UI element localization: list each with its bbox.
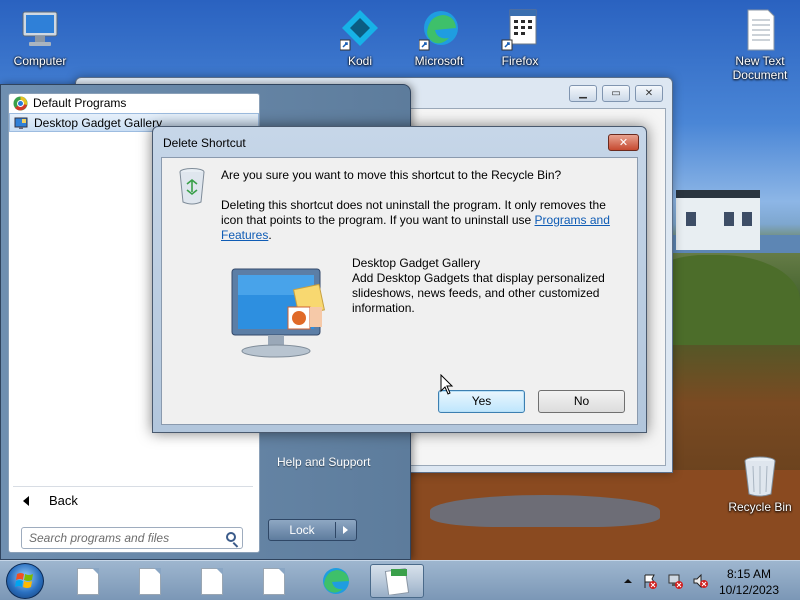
desktop-icon-label: Recycle Bin bbox=[728, 500, 792, 514]
document-icon bbox=[139, 568, 161, 595]
computer-icon bbox=[20, 8, 60, 52]
desktop-icon-new-text-document[interactable]: New Text Document bbox=[722, 8, 798, 82]
programs-and-features-link-continued[interactable]: Features bbox=[221, 228, 268, 242]
monitor-gadget-icon bbox=[231, 268, 325, 358]
document-icon bbox=[201, 568, 223, 595]
show-hidden-icons-icon[interactable] bbox=[620, 573, 636, 589]
dialog-question: Are you sure you want to move this short… bbox=[221, 168, 562, 182]
wallpaper-rock bbox=[430, 495, 660, 527]
dialog-detail-text: icon that points to the program. If you … bbox=[221, 213, 535, 227]
dialog-body: Are you sure you want to move this short… bbox=[161, 157, 638, 425]
back-label: Back bbox=[49, 493, 78, 508]
maximize-button[interactable]: ▭ bbox=[602, 85, 630, 102]
gadget-gallery-icon bbox=[384, 568, 410, 595]
desktop-icon-microsoft[interactable]: Microsoft bbox=[401, 8, 477, 68]
taskbar-item-edge[interactable] bbox=[310, 564, 364, 598]
taskbar-item-document-1[interactable] bbox=[62, 564, 116, 598]
chevron-right-icon[interactable] bbox=[343, 526, 348, 534]
item-description-line3: information. bbox=[352, 301, 415, 315]
text-document-icon bbox=[740, 8, 780, 52]
clock-date: 10/12/2023 bbox=[718, 583, 780, 597]
network-icon[interactable] bbox=[668, 573, 684, 589]
desktop-icon-label: Kodi bbox=[347, 54, 373, 68]
minimize-button[interactable]: ▁ bbox=[569, 85, 597, 102]
recycle-bin-icon bbox=[740, 454, 780, 498]
edge-icon bbox=[418, 8, 459, 52]
edge-icon bbox=[323, 568, 349, 594]
volume-muted-icon[interactable] bbox=[692, 573, 708, 589]
dialog-title: Delete Shortcut bbox=[163, 136, 246, 150]
help-and-support-link[interactable]: Help and Support bbox=[277, 455, 370, 469]
lock-button[interactable]: Lock bbox=[268, 519, 357, 541]
firefox-icon bbox=[500, 8, 540, 52]
default-programs-icon bbox=[13, 96, 28, 111]
desktop-icon-computer[interactable]: Computer bbox=[2, 8, 78, 68]
windows-logo-icon bbox=[15, 573, 33, 588]
gadget-gallery-icon bbox=[14, 116, 29, 131]
desktop-icon-recycle-bin[interactable]: Recycle Bin bbox=[722, 454, 798, 514]
document-icon bbox=[263, 568, 285, 595]
program-item-default-programs[interactable]: Default Programs bbox=[9, 94, 259, 113]
desktop-icon-label: Firefox bbox=[501, 54, 539, 68]
item-name: Desktop Gadget Gallery bbox=[352, 256, 481, 270]
dialog-detail-period: . bbox=[268, 228, 272, 242]
dialog-detail-line2: icon that points to the program. If you … bbox=[221, 213, 610, 228]
start-button[interactable] bbox=[6, 563, 44, 599]
programs-and-features-link[interactable]: Programs and bbox=[535, 213, 610, 227]
wallpaper-house bbox=[676, 190, 760, 250]
mouse-cursor-icon bbox=[440, 374, 454, 395]
dialog-close-button[interactable]: ✕ bbox=[608, 134, 639, 151]
action-center-icon[interactable] bbox=[642, 573, 658, 589]
desktop-icon-label: New Text Document bbox=[732, 54, 788, 82]
program-item-label: Desktop Gadget Gallery bbox=[34, 116, 163, 130]
program-item-label: Default Programs bbox=[33, 96, 127, 110]
taskbar-item-document-4[interactable] bbox=[248, 564, 302, 598]
lock-label: Lock bbox=[289, 523, 315, 537]
taskbar-item-gadget-gallery[interactable] bbox=[370, 564, 424, 598]
back-arrow-icon bbox=[23, 496, 29, 506]
lock-separator bbox=[335, 522, 336, 538]
search-icon bbox=[226, 532, 236, 542]
desktop-icon-firefox[interactable]: Firefox bbox=[482, 8, 558, 68]
dialog-detail-line1: Deleting this shortcut does not uninstal… bbox=[221, 198, 606, 212]
item-description-line1: Add Desktop Gadgets that display persona… bbox=[352, 271, 605, 285]
delete-shortcut-dialog: Delete Shortcut ✕ Are you sure you want … bbox=[152, 126, 647, 433]
item-description-line2: slideshows, news feeds, and other custom… bbox=[352, 286, 600, 300]
no-button[interactable]: No bbox=[538, 390, 625, 413]
taskbar-item-document-3[interactable] bbox=[186, 564, 240, 598]
document-icon bbox=[77, 568, 99, 595]
taskbar: 8:15 AM 10/12/2023 bbox=[0, 560, 800, 600]
back-button[interactable]: Back bbox=[13, 486, 253, 510]
system-clock[interactable]: 8:15 AM 10/12/2023 bbox=[716, 566, 782, 598]
kodi-icon bbox=[339, 8, 380, 52]
desktop-icon-label: Microsoft bbox=[414, 54, 464, 68]
close-button[interactable]: ✕ bbox=[635, 85, 663, 102]
desktop-icon-kodi[interactable]: Kodi bbox=[322, 8, 398, 68]
recycle-bin-icon bbox=[179, 168, 205, 205]
desktop-icon-label: Computer bbox=[13, 54, 67, 68]
search-input[interactable]: Search programs and files bbox=[21, 527, 243, 549]
dialog-detail-line3: Features. bbox=[221, 228, 272, 243]
clock-time: 8:15 AM bbox=[726, 567, 772, 581]
search-placeholder: Search programs and files bbox=[29, 531, 170, 545]
taskbar-item-document-2[interactable] bbox=[124, 564, 178, 598]
